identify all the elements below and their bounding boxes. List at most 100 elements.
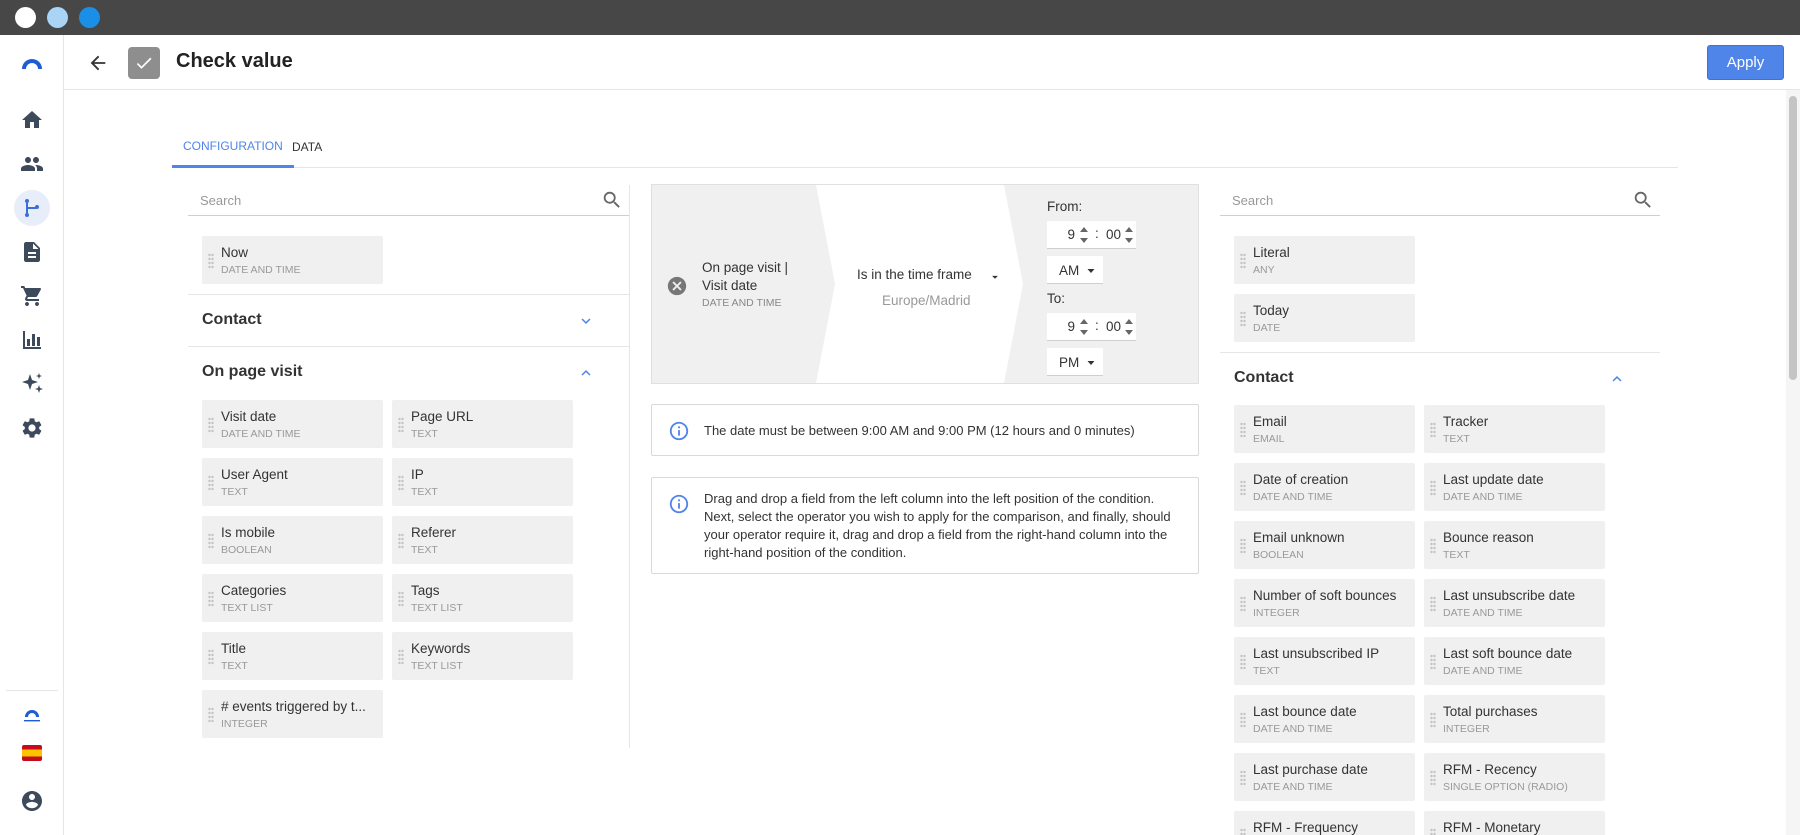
home-icon[interactable] [18,106,46,134]
remove-field-icon[interactable] [666,275,688,297]
drag-handle-icon[interactable] [1430,712,1436,728]
drag-handle-icon[interactable] [1240,770,1246,786]
field-chip[interactable]: Referer TEXT [392,516,573,564]
drag-handle-icon[interactable] [1240,596,1246,612]
field-chip[interactable]: RFM - Frequency [1234,811,1415,835]
field-chip[interactable]: Date of creation DATE AND TIME [1234,463,1415,511]
chevron-down-icon[interactable] [577,312,595,330]
back-arrow-icon[interactable] [84,49,112,77]
from-minute[interactable]: 00 [1106,227,1121,242]
to-hour[interactable]: 9 [1057,319,1075,334]
bar-chart-icon[interactable] [18,326,46,354]
contacts-icon[interactable] [18,150,46,178]
field-chip[interactable]: Visit date DATE AND TIME [202,400,383,448]
field-chip[interactable]: Is mobile BOOLEAN [202,516,383,564]
caret-down-icon[interactable] [1085,264,1097,276]
drag-handle-icon[interactable] [208,475,214,491]
field-chip[interactable]: Last purchase date DATE AND TIME [1234,753,1415,801]
window-dot-lightblue[interactable] [47,7,68,28]
drag-handle-icon[interactable] [1240,712,1246,728]
drag-handle-icon[interactable] [208,417,214,433]
hour-stepper-icon[interactable] [1080,317,1088,337]
field-chip[interactable]: IP TEXT [392,458,573,506]
field-chip[interactable]: Total purchases INTEGER [1424,695,1605,743]
window-dot-blue[interactable] [79,7,100,28]
caret-down-icon[interactable] [1085,356,1097,368]
field-chip-now[interactable]: Now DATE AND TIME [202,236,383,284]
workflow-icon[interactable] [14,190,50,226]
to-time-input[interactable]: 9 : 00 [1047,313,1136,341]
right-search-input[interactable] [1220,185,1660,215]
search-icon[interactable] [601,189,623,211]
drag-handle-icon[interactable] [208,649,214,665]
drag-handle-icon[interactable] [398,533,404,549]
tab-data[interactable]: DATA [281,126,333,168]
drag-handle-icon[interactable] [398,591,404,607]
field-chip[interactable]: Today DATE [1234,294,1415,342]
tab-configuration[interactable]: CONFIGURATION [172,126,294,168]
field-chip[interactable]: Keywords TEXT LIST [392,632,573,680]
drag-handle-icon[interactable] [208,533,214,549]
field-chip[interactable]: Last update date DATE AND TIME [1424,463,1605,511]
search-icon[interactable] [1632,189,1654,211]
drag-handle-icon[interactable] [208,591,214,607]
field-chip[interactable]: RFM - Recency SINGLE OPTION (RADIO) [1424,753,1605,801]
field-chip[interactable]: Page URL TEXT [392,400,573,448]
minute-stepper-icon[interactable] [1125,225,1133,245]
to-ampm-select[interactable]: PM [1047,348,1103,376]
drag-handle-icon[interactable] [398,417,404,433]
drag-handle-icon[interactable] [1240,828,1246,835]
cart-icon[interactable] [18,282,46,310]
page-scrollbar[interactable] [1786,90,1800,835]
document-icon[interactable] [18,238,46,266]
field-chip[interactable]: Last unsubscribed IP TEXT [1234,637,1415,685]
field-chip[interactable]: Number of soft bounces INTEGER [1234,579,1415,627]
drag-handle-icon[interactable] [1240,480,1246,496]
field-chip[interactable]: Literal ANY [1234,236,1415,284]
caret-down-icon[interactable] [988,270,1002,284]
field-chip[interactable]: Email EMAIL [1234,405,1415,453]
field-chip[interactable]: Title TEXT [202,632,383,680]
spain-flag-icon[interactable] [18,739,46,767]
drag-handle-icon[interactable] [1430,480,1436,496]
drag-handle-icon[interactable] [208,707,214,723]
minute-stepper-icon[interactable] [1125,317,1133,337]
field-chip[interactable]: Last soft bounce date DATE AND TIME [1424,637,1605,685]
from-hour[interactable]: 9 [1057,227,1075,242]
section-contact-right[interactable]: Contact [1220,352,1660,386]
logo-icon[interactable] [18,49,46,77]
hour-stepper-icon[interactable] [1080,225,1088,245]
field-chip[interactable]: User Agent TEXT [202,458,383,506]
drag-handle-icon[interactable] [1240,654,1246,670]
gear-icon[interactable] [18,414,46,442]
field-chip[interactable]: Tags TEXT LIST [392,574,573,622]
window-dot-white[interactable] [15,7,36,28]
drag-handle-icon[interactable] [1240,538,1246,554]
from-ampm-select[interactable]: AM [1047,256,1103,284]
account-icon[interactable] [18,787,46,815]
sparkle-icon[interactable] [18,370,46,398]
drag-handle-icon[interactable] [1430,770,1436,786]
drag-handle-icon[interactable] [398,649,404,665]
drag-handle-icon[interactable] [1240,422,1246,438]
drag-handle-icon[interactable] [1430,538,1436,554]
section-on-page-visit[interactable]: On page visit [188,346,629,380]
apply-button[interactable]: Apply [1707,45,1784,80]
field-chip[interactable]: RFM - Monetary [1424,811,1605,835]
drag-handle-icon[interactable] [208,253,214,269]
field-chip[interactable]: Tracker TEXT [1424,405,1605,453]
field-chip[interactable]: Last bounce date DATE AND TIME [1234,695,1415,743]
drag-handle-icon[interactable] [1430,828,1436,835]
chevron-up-icon[interactable] [1608,370,1626,388]
scrollbar-thumb[interactable] [1789,96,1797,380]
left-search-input[interactable] [188,185,629,215]
field-chip[interactable]: Bounce reason TEXT [1424,521,1605,569]
from-time-input[interactable]: 9 : 00 [1047,221,1136,249]
drag-handle-icon[interactable] [1240,311,1246,327]
to-minute[interactable]: 00 [1106,319,1121,334]
drag-handle-icon[interactable] [398,475,404,491]
drag-handle-icon[interactable] [1430,422,1436,438]
operator-select[interactable]: Is in the time frame [857,267,972,282]
drag-handle-icon[interactable] [1240,253,1246,269]
drag-handle-icon[interactable] [1430,596,1436,612]
